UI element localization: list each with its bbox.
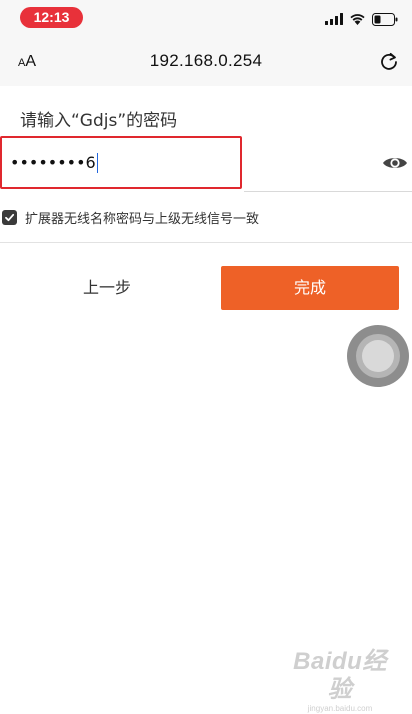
cellular-signal-icon xyxy=(325,13,343,25)
address-bar: AA 192.168.0.254 xyxy=(0,38,412,86)
assistive-touch-button[interactable] xyxy=(347,325,409,387)
text-caret xyxy=(96,152,98,173)
url-display[interactable]: 192.168.0.254 xyxy=(0,51,412,71)
password-input[interactable]: •••••••• 6 xyxy=(0,136,242,189)
checkmark-icon xyxy=(5,213,15,221)
assistive-touch-ring xyxy=(356,334,400,378)
sync-credentials-option[interactable]: 扩展器无线名称密码与上级无线信号一致 xyxy=(0,206,259,228)
prev-step-button[interactable]: 上一步 xyxy=(22,266,192,310)
sync-checkbox[interactable] xyxy=(2,209,17,225)
password-last-char: 6 xyxy=(85,153,96,172)
password-prompt-label: 请输入“Gdjs”的密码 xyxy=(20,111,178,131)
status-bar: 12:13 xyxy=(0,0,412,38)
reload-icon[interactable] xyxy=(378,51,400,73)
assistive-touch-core xyxy=(362,340,394,372)
watermark: Baidu经验 jingyan.baidu.com xyxy=(284,648,396,714)
wifi-icon xyxy=(350,14,365,25)
eye-icon[interactable] xyxy=(382,155,408,171)
password-masked-value: •••••••• xyxy=(10,153,86,172)
row-divider xyxy=(0,242,412,243)
battery-icon xyxy=(372,12,398,26)
sync-checkbox-label: 扩展器无线名称密码与上级无线信号一致 xyxy=(25,211,260,227)
status-icons xyxy=(325,11,398,27)
field-divider xyxy=(244,191,412,192)
status-time[interactable]: 12:13 xyxy=(20,7,83,28)
watermark-logo: Baidu经验 xyxy=(293,648,387,703)
finish-button[interactable]: 完成 xyxy=(221,266,399,310)
